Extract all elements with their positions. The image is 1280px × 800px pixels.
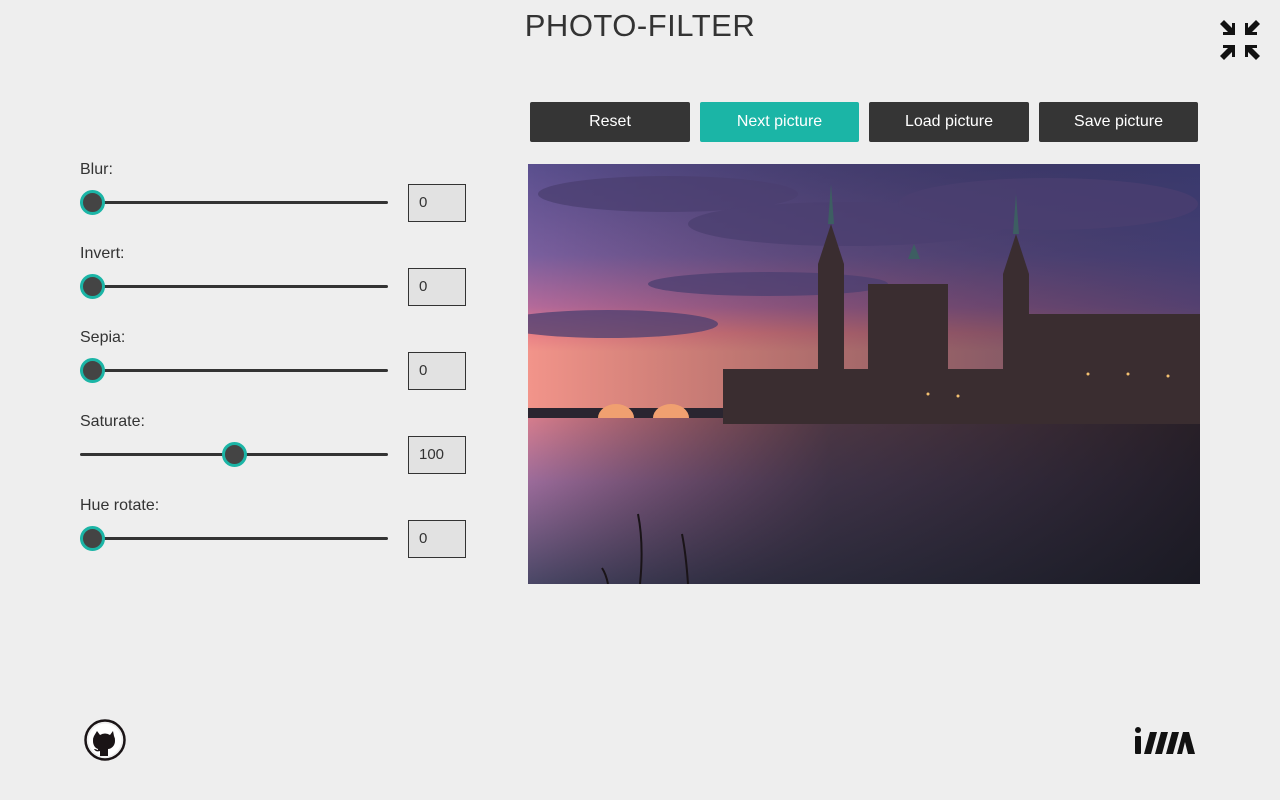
filter-blur: Blur: 0 <box>80 160 470 244</box>
blur-slider-thumb[interactable] <box>80 190 105 215</box>
filter-controls: Blur: 0 Invert: 0 Sepia: 0 Saturate: 100… <box>80 160 470 580</box>
rs-logo-icon[interactable] <box>1133 726 1195 756</box>
fullscreen-exit-icon[interactable] <box>1218 18 1262 62</box>
filter-label: Saturate: <box>80 413 145 430</box>
filter-label: Invert: <box>80 245 125 262</box>
sepia-slider-thumb[interactable] <box>80 358 105 383</box>
next-picture-button[interactable]: Next picture <box>700 102 859 142</box>
reset-button[interactable]: Reset <box>530 102 690 142</box>
sepia-slider-track[interactable] <box>80 369 388 372</box>
invert-slider-track[interactable] <box>80 285 388 288</box>
filter-label: Blur: <box>80 161 113 178</box>
app-title: PHOTO-FILTER <box>524 8 756 43</box>
saturate-slider-thumb[interactable] <box>222 442 247 467</box>
hue-rotate-value-output: 0 <box>408 520 466 558</box>
invert-value-output: 0 <box>408 268 466 306</box>
filter-sepia: Sepia: 0 <box>80 328 470 412</box>
hue-rotate-slider-track[interactable] <box>80 537 388 540</box>
hue-rotate-slider-thumb[interactable] <box>80 526 105 551</box>
invert-slider-thumb[interactable] <box>80 274 105 299</box>
blur-value-output: 0 <box>408 184 466 222</box>
load-picture-button[interactable]: Load picture <box>869 102 1029 142</box>
blur-slider-track[interactable] <box>80 201 388 204</box>
github-icon[interactable] <box>84 719 126 761</box>
filter-hue-rotate: Hue rotate: 0 <box>80 496 470 580</box>
photo-canvas <box>528 164 1200 584</box>
sepia-value-output: 0 <box>408 352 466 390</box>
save-picture-button[interactable]: Save picture <box>1039 102 1198 142</box>
filter-label: Sepia: <box>80 329 126 346</box>
filter-label: Hue rotate: <box>80 497 160 514</box>
filter-saturate: Saturate: 100 <box>80 412 470 496</box>
filter-invert: Invert: 0 <box>80 244 470 328</box>
saturate-value-output: 100 <box>408 436 466 474</box>
